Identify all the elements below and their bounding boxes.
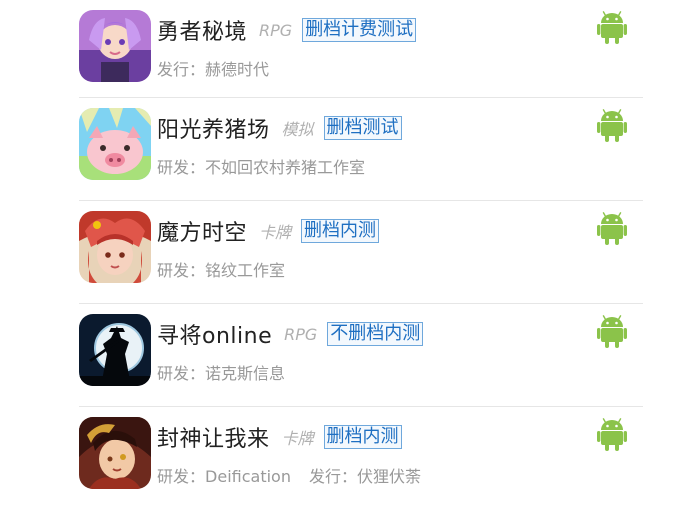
- list-item[interactable]: 魔方时空 卡牌 删档内测 研发：铭纹工作室: [79, 201, 643, 304]
- game-name[interactable]: 寻将online: [157, 318, 272, 350]
- genre-label: RPG: [284, 324, 318, 344]
- game-meta: 研发：铭纹工作室: [157, 261, 286, 280]
- genre-label: RPG: [259, 20, 293, 40]
- genre-label: 模拟: [281, 120, 314, 139]
- meta-label: 研发: [157, 467, 190, 486]
- game-thumbnail[interactable]: [79, 10, 151, 82]
- meta-value: 赫德时代: [205, 60, 270, 79]
- test-type-badge: 删档内测: [323, 425, 402, 449]
- game-thumbnail[interactable]: [79, 314, 151, 386]
- game-name[interactable]: 魔方时空: [157, 215, 247, 247]
- game-name[interactable]: 勇者秘境: [157, 14, 247, 46]
- android-icon: [597, 10, 627, 44]
- meta-label: 研发: [157, 261, 190, 280]
- list-item[interactable]: 封神让我来 卡牌 删档内测 研发：Deification 发行：伏狸伏荼: [79, 407, 643, 509]
- list-item[interactable]: 勇者秘境 RPG 删档计费测试 发行：赫德时代: [79, 0, 643, 98]
- game-meta: 发行：赫德时代: [157, 60, 270, 79]
- game-meta: 研发：Deification 发行：伏狸伏荼: [157, 467, 422, 486]
- test-type-badge: 不删档内测: [327, 322, 424, 346]
- list-item[interactable]: 寻将online RPG 不删档内测 研发：诺克斯信息: [79, 304, 643, 407]
- game-name[interactable]: 封神让我来: [157, 421, 270, 453]
- meta-label: 发行: [308, 467, 341, 486]
- game-thumbnail[interactable]: [79, 108, 151, 180]
- meta-value: 铭纹工作室: [205, 261, 286, 280]
- game-test-list: 勇者秘境 RPG 删档计费测试 发行：赫德时代 阳光养猪场 模拟 删档测试 研发…: [79, 0, 643, 509]
- game-meta: 研发：诺克斯信息: [157, 364, 286, 383]
- meta-value: 不如回农村养猪工作室: [205, 158, 366, 177]
- android-icon: [597, 108, 627, 142]
- game-meta: 研发：不如回农村养猪工作室: [157, 158, 366, 177]
- game-name[interactable]: 阳光养猪场: [157, 112, 270, 144]
- android-icon: [597, 211, 627, 245]
- meta-value: 诺克斯信息: [205, 364, 286, 383]
- meta-value: 伏狸伏荼: [357, 467, 422, 486]
- meta-label: 研发: [157, 364, 190, 383]
- test-type-badge: 删档测试: [323, 116, 402, 140]
- genre-label: 卡牌: [259, 223, 292, 242]
- android-icon: [597, 417, 627, 451]
- game-thumbnail[interactable]: [79, 211, 151, 283]
- android-icon: [597, 314, 627, 348]
- test-type-badge: 删档计费测试: [302, 18, 417, 42]
- meta-label: 研发: [157, 158, 190, 177]
- game-thumbnail[interactable]: [79, 417, 151, 489]
- test-type-badge: 删档内测: [301, 219, 380, 243]
- meta-label: 发行: [157, 60, 190, 79]
- genre-label: 卡牌: [281, 429, 314, 448]
- meta-value: Deification: [205, 467, 291, 486]
- list-item[interactable]: 阳光养猪场 模拟 删档测试 研发：不如回农村养猪工作室: [79, 98, 643, 201]
